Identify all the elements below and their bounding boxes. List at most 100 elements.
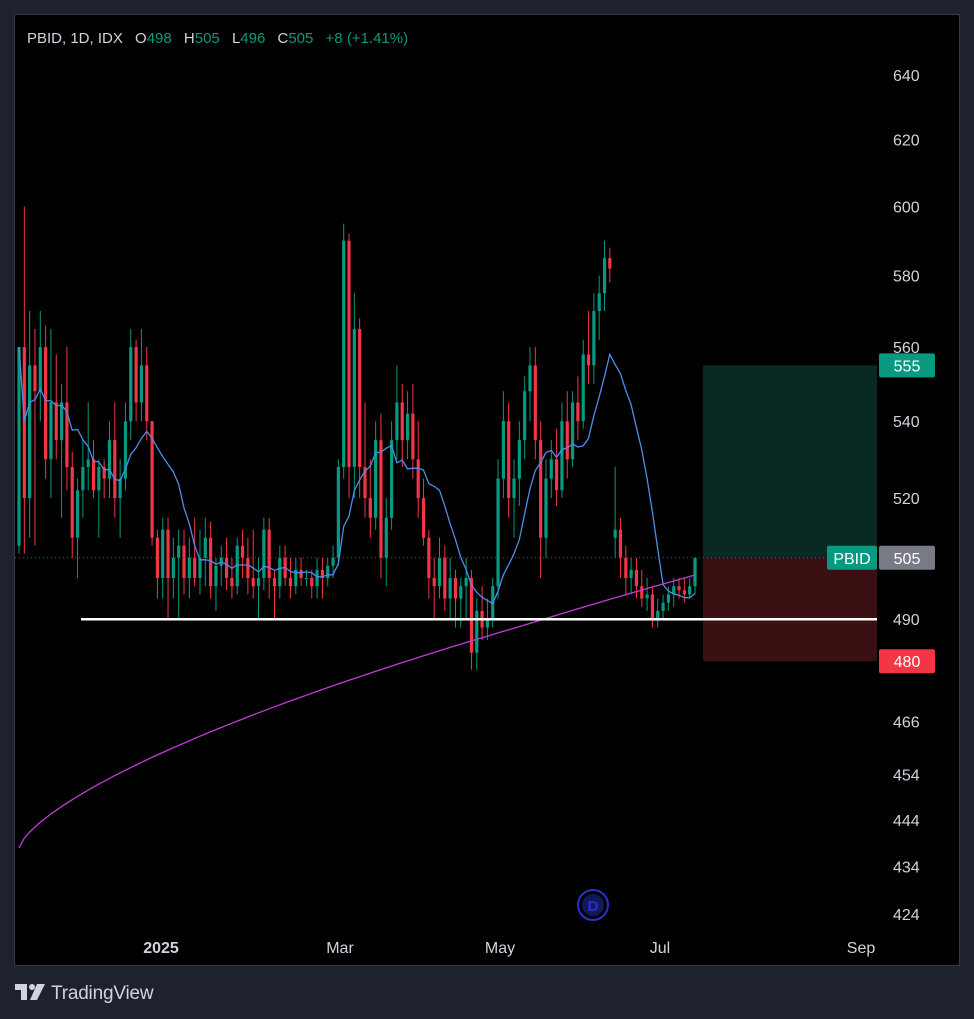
y-tick-label: 580 (893, 269, 920, 286)
legend-symbol[interactable]: PBID, 1D, IDX (27, 30, 123, 47)
target-zone (703, 365, 877, 558)
candle-body (187, 557, 191, 579)
candle-body (75, 490, 80, 538)
candle-body (560, 421, 564, 491)
symbol-badge-text: PBID (833, 551, 870, 568)
candle-body (528, 365, 532, 392)
target-price-badge[interactable]: 555 (879, 353, 935, 378)
y-tick-label: 434 (893, 859, 920, 876)
candle-body (331, 557, 335, 566)
candle-body (326, 565, 330, 579)
x-tick-label: 2025 (143, 940, 179, 957)
y-tick-label: 454 (893, 768, 920, 785)
candle-body (597, 293, 601, 312)
candle-body (677, 586, 681, 591)
candle-body (421, 498, 426, 538)
symbol-legend: PBID, 1D, IDX O498 H505 L496 C505 +8 (+1… (27, 30, 408, 47)
last-price-badge[interactable]: 505 (879, 545, 935, 570)
candle-body (97, 467, 101, 491)
x-tick-label: Mar (326, 940, 354, 957)
candle-body (203, 537, 207, 558)
candle-body (507, 421, 511, 499)
candle-body (624, 557, 628, 579)
candle-body (246, 557, 250, 579)
candle-body (400, 402, 404, 441)
candle-body (161, 529, 165, 579)
price-chart[interactable]: 4244344444544664905205405605806006206405… (15, 15, 959, 965)
legend-low-value: 496 (240, 30, 266, 47)
candle-body (81, 467, 85, 491)
stop-zone (703, 557, 877, 662)
candle-body (437, 557, 442, 587)
candle-body (459, 586, 463, 599)
candle-body (523, 391, 527, 441)
stop-price-badge[interactable]: 480 (879, 649, 935, 674)
candle-body (501, 421, 505, 479)
candle-body (91, 459, 96, 491)
candle-body (352, 328, 356, 468)
y-tick-label: 444 (893, 813, 920, 830)
candle-body (230, 578, 234, 587)
candle-body (368, 498, 372, 518)
candle-body (374, 440, 378, 518)
candle-body (485, 619, 490, 628)
candle-body (44, 347, 48, 460)
candle-body (70, 467, 74, 538)
candle-body (129, 347, 133, 422)
candle-body (310, 578, 314, 587)
candle-body (395, 402, 399, 441)
y-tick-label: 600 (893, 200, 920, 217)
candle-body (299, 569, 303, 579)
target-price-badge-text: 555 (894, 358, 921, 375)
tradingview-brand[interactable]: TradingView (51, 983, 154, 1005)
candle-body (379, 440, 383, 558)
candle-body (278, 557, 282, 587)
candle-body (475, 610, 479, 653)
candle-body (592, 311, 596, 366)
candle-body (448, 578, 452, 599)
candle-body (267, 529, 271, 579)
candle-body (464, 578, 468, 587)
y-tick-label: 540 (893, 414, 920, 431)
candle-body (145, 365, 149, 422)
x-tick-label: May (485, 940, 515, 957)
candle-body (581, 354, 585, 422)
candle-body (443, 557, 447, 599)
candle-body (139, 365, 144, 403)
candle-body (586, 354, 591, 366)
candle-body (272, 578, 277, 587)
y-tick-label: 424 (893, 907, 920, 924)
candle-body (49, 402, 53, 460)
candle-body (33, 365, 37, 392)
candle-body (496, 478, 500, 587)
tradingview-logo-icon[interactable] (15, 983, 45, 1005)
candle-body (618, 529, 623, 558)
legend-open-label: O (135, 30, 147, 47)
y-tick-label: 490 (893, 612, 920, 629)
candle-body (177, 545, 181, 558)
x-tick-label: Jul (650, 940, 670, 957)
candle-body (256, 578, 261, 587)
candle-body (512, 478, 516, 499)
candle-body (59, 402, 64, 441)
candle-body (576, 402, 580, 422)
candle-body (608, 258, 612, 269)
moving-averages (18, 347, 696, 849)
y-tick-label: 640 (893, 68, 920, 85)
chart-frame[interactable]: 424 434 444 454 466 490 520 540 560 580 600 620 640 5… (14, 14, 960, 966)
candle-body (666, 594, 670, 603)
candle-body (453, 578, 458, 599)
candle-body (390, 440, 394, 518)
symbol-badge[interactable]: PBID (827, 545, 877, 570)
candle-body (240, 545, 245, 558)
stop-price-badge-text: 480 (894, 654, 921, 671)
candle-body (544, 478, 548, 538)
time-axis[interactable]: 2025 Mar May Jul Sep (143, 940, 875, 957)
candle-body (411, 413, 415, 460)
x-tick-label: Sep (847, 940, 876, 957)
candle-body (549, 459, 553, 479)
legend-change: +8 (+1.41%) (325, 30, 409, 47)
candle-body (661, 602, 665, 611)
candle-body (171, 557, 175, 579)
candle-body (251, 578, 255, 587)
